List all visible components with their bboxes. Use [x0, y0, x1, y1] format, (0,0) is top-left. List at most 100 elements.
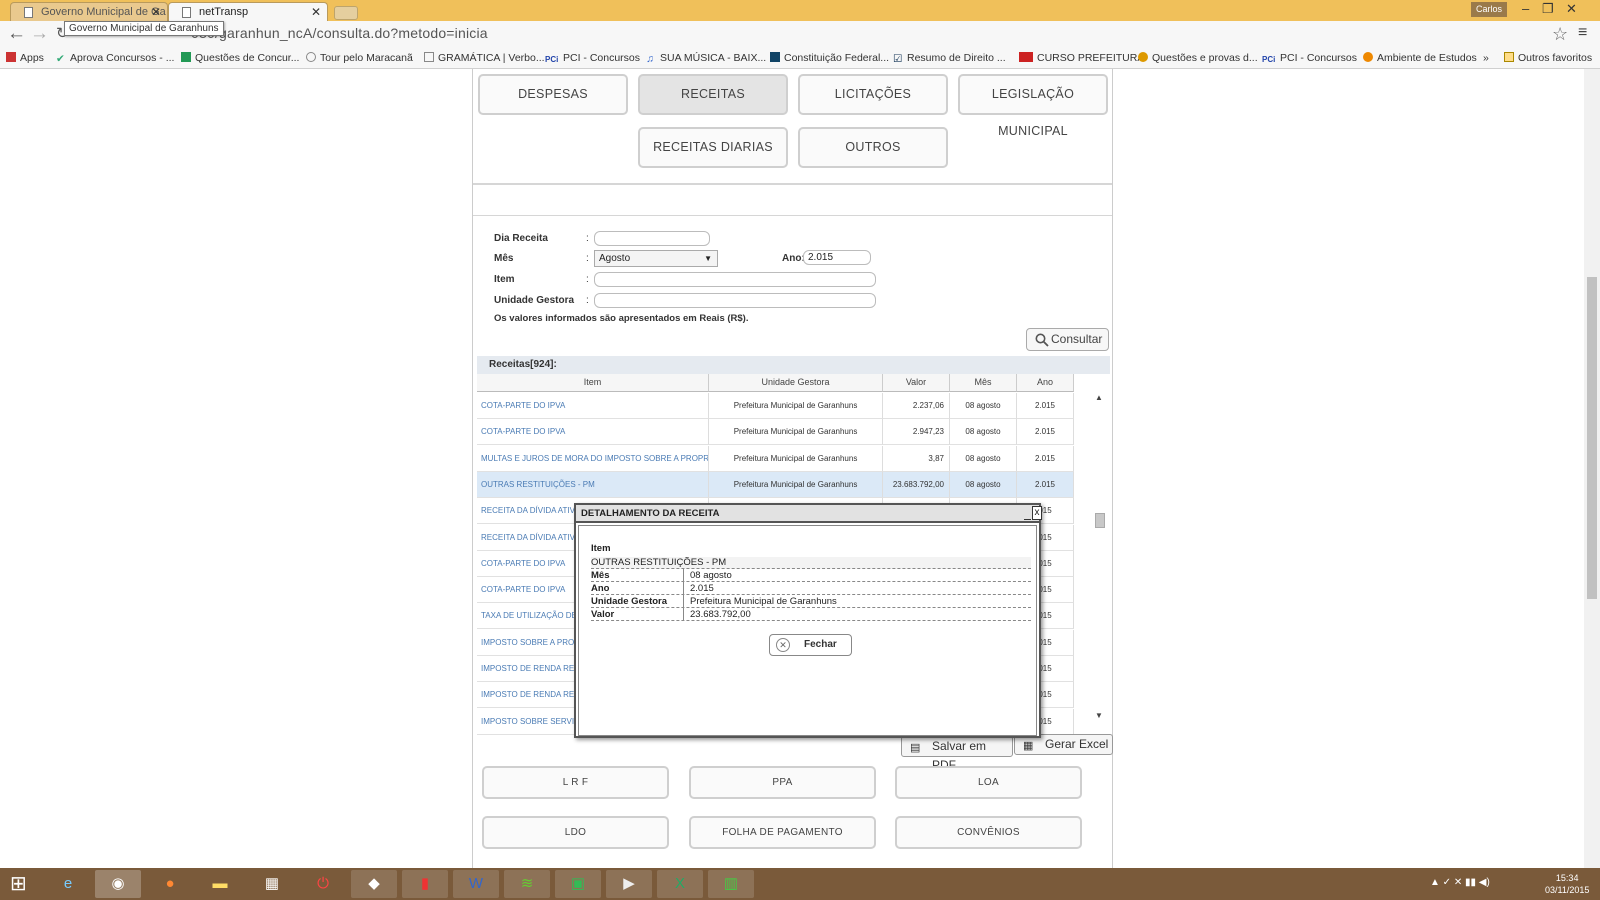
- scrollbar-thumb[interactable]: [1587, 277, 1597, 599]
- table-row[interactable]: MULTAS E JUROS DE MORA DO IMPOSTO SOBRE …: [477, 445, 1074, 472]
- nav-receitas[interactable]: RECEITAS: [638, 74, 788, 115]
- nav-loa[interactable]: LOA: [895, 766, 1082, 799]
- system-tray[interactable]: ▲ ✓ ✕ ▮▮ ◀): [1430, 877, 1490, 888]
- nav-ldo[interactable]: LDO: [482, 816, 669, 849]
- bookmark-constituicao[interactable]: Constituição Federal...: [770, 51, 889, 65]
- file-explorer-icon[interactable]: ▬: [197, 870, 243, 898]
- chrome-icon[interactable]: ◉: [95, 870, 141, 898]
- col-header-mes[interactable]: Mês: [950, 374, 1017, 392]
- nav-legislacao[interactable]: LEGISLAÇÃO MUNICIPAL: [958, 74, 1108, 138]
- modal-close-button[interactable]: x: [1032, 506, 1042, 520]
- salvar-pdf-button[interactable]: ▤ Salvar em PDF: [901, 736, 1013, 772]
- app-icon[interactable]: ▦: [249, 870, 295, 898]
- app-icon[interactable]: ◆: [351, 870, 397, 898]
- tab-close-icon[interactable]: ✕: [311, 3, 321, 21]
- fechar-button[interactable]: ✕ Fechar: [769, 634, 852, 656]
- new-tab-button[interactable]: [334, 6, 358, 20]
- item-label: Item: [494, 274, 515, 285]
- page-icon: [24, 7, 33, 18]
- table-row[interactable]: OUTRAS RESTITUIÇÕES - PM Prefeitura Munic…: [477, 471, 1074, 498]
- cell-ano: 2.015: [1017, 471, 1074, 498]
- dia-receita-input[interactable]: [594, 231, 710, 246]
- windows-start-icon[interactable]: ⊞: [10, 874, 27, 894]
- restore-icon[interactable]: ❐: [1542, 2, 1554, 16]
- nav-convenios[interactable]: CONVÊNIOS: [895, 816, 1082, 849]
- power-app-icon[interactable]: ⏻: [300, 870, 346, 898]
- bookmark-outros-favoritos[interactable]: Outros favoritos: [1504, 51, 1592, 65]
- nav-ppa[interactable]: PPA: [689, 766, 876, 799]
- bookmark-sua-musica[interactable]: ♫ SUA MÚSICA - BAIX...: [646, 51, 766, 65]
- cell-item[interactable]: COTA-PARTE DO IPVA: [477, 393, 709, 419]
- bookmark-curso[interactable]: CURSO PREFEITURA: [1019, 51, 1144, 65]
- calculator-icon[interactable]: ▥: [708, 870, 754, 898]
- system-clock[interactable]: 15:34 03/11/2015: [1545, 872, 1589, 896]
- grid-scroll-thumb[interactable]: [1095, 513, 1105, 528]
- ano-label: Ano:: [782, 253, 805, 264]
- bookmark-pci[interactable]: PCi PCI - Concursos: [545, 51, 640, 65]
- item-input[interactable]: [594, 272, 876, 287]
- word-icon[interactable]: W: [453, 870, 499, 898]
- col-header-unidade-gestora[interactable]: Unidade Gestora: [709, 374, 883, 392]
- bookmark-gramatica[interactable]: GRAMÁTICA | Verbo...: [424, 51, 545, 65]
- internet-explorer-icon[interactable]: e: [45, 870, 91, 898]
- clock-date: 03/11/2015: [1545, 885, 1590, 895]
- address-bar[interactable]: 080/garanhun_ncA/consulta.do?metodo=inic…: [191, 25, 488, 41]
- excel-icon[interactable]: X: [657, 870, 703, 898]
- bookmark-tour[interactable]: Tour pelo Maracanã: [306, 51, 413, 65]
- cell-item[interactable]: MULTAS E JUROS DE MORA DO IMPOSTO SOBRE …: [477, 445, 709, 472]
- bookmark-star-icon[interactable]: ☆: [1552, 24, 1568, 45]
- nav-outros[interactable]: OUTROS: [798, 127, 948, 168]
- nav-receitas-diarias[interactable]: RECEITAS DIARIAS: [638, 127, 788, 168]
- nav-despesas[interactable]: DESPESAS: [478, 74, 628, 115]
- gerar-excel-label: Gerar Excel: [1045, 737, 1109, 751]
- unidade-gestora-input[interactable]: [594, 293, 876, 308]
- nav-lrf[interactable]: L R F: [482, 766, 669, 799]
- col-header-ano[interactable]: Ano: [1017, 374, 1074, 392]
- browser-user-badge[interactable]: Carlos: [1471, 2, 1507, 17]
- nav-licitacoes[interactable]: LICITAÇÕES: [798, 74, 948, 115]
- forward-icon[interactable]: →: [30, 24, 49, 44]
- col-header-valor[interactable]: Valor: [883, 374, 950, 392]
- colon: :: [586, 253, 589, 264]
- browser-tab-nettransp[interactable]: netTransp ✕: [168, 2, 328, 21]
- bookmark-apps[interactable]: Apps: [6, 51, 44, 65]
- bookmarks-overflow[interactable]: »: [1483, 51, 1489, 65]
- grid-scrollbar[interactable]: ▲ ▼: [1087, 393, 1110, 723]
- store-icon[interactable]: ▣: [555, 870, 601, 898]
- bookmark-ambiente[interactable]: Ambiente de Estudos: [1363, 51, 1477, 65]
- col-header-item[interactable]: Item: [477, 374, 709, 392]
- mes-select[interactable]: Agosto ▼: [594, 250, 718, 267]
- bookmark-questoes[interactable]: Questões de Concur...: [181, 51, 299, 65]
- app-icon[interactable]: ≋: [504, 870, 550, 898]
- tab-close-icon[interactable]: ✕: [151, 3, 161, 21]
- currency-note: Os valores informados são apresentados e…: [494, 313, 749, 324]
- bookmarks-bar: Apps ✔ Aprova Concursos - ... Questões de…: [0, 48, 1600, 69]
- media-player-icon[interactable]: ▶: [606, 870, 652, 898]
- consultar-button[interactable]: Consultar: [1026, 328, 1109, 351]
- dia-receita-label: Dia Receita: [494, 233, 548, 244]
- bookmark-pci-2[interactable]: PCi PCI - Concursos: [1262, 51, 1357, 65]
- minimize-icon[interactable]: –: [1522, 2, 1529, 16]
- back-icon[interactable]: ←: [7, 24, 26, 44]
- ano-input[interactable]: 2.015: [803, 250, 871, 265]
- table-row[interactable]: COTA-PARTE DO IPVA Prefeitura Municipal d…: [477, 393, 1074, 419]
- pdf-reader-icon[interactable]: ▮: [402, 870, 448, 898]
- nav-folha-pagamento[interactable]: FOLHA DE PAGAMENTO: [689, 816, 876, 849]
- window-close-icon[interactable]: ✕: [1566, 2, 1577, 16]
- firefox-icon[interactable]: ●: [147, 870, 193, 898]
- bookmark-questoes-provas[interactable]: Questões e provas d...: [1138, 51, 1258, 65]
- modal-minimize-icon[interactable]: [1024, 506, 1031, 520]
- detail-row-unidade-gestora: Unidade Gestora Prefeitura Municipal de …: [591, 595, 1031, 608]
- bookmark-resumo[interactable]: ☑ Resumo de Direito ...: [893, 51, 1006, 65]
- table-row[interactable]: COTA-PARTE DO IPVA Prefeitura Municipal d…: [477, 419, 1074, 446]
- menu-icon[interactable]: ≡: [1578, 24, 1587, 42]
- browser-tab-governo[interactable]: Governo Municipal de Ga ✕: [10, 2, 168, 21]
- bookmark-aprova[interactable]: ✔ Aprova Concursos - ...: [56, 51, 174, 65]
- page-scrollbar[interactable]: [1584, 69, 1600, 868]
- fechar-label: Fechar: [804, 639, 837, 650]
- cell-item[interactable]: COTA-PARTE DO IPVA: [477, 419, 709, 446]
- scroll-down-icon[interactable]: ▼: [1095, 711, 1103, 720]
- cell-item[interactable]: OUTRAS RESTITUIÇÕES - PM: [477, 471, 709, 498]
- cell-mes: 08 agosto: [950, 471, 1017, 498]
- scroll-up-icon[interactable]: ▲: [1095, 393, 1103, 402]
